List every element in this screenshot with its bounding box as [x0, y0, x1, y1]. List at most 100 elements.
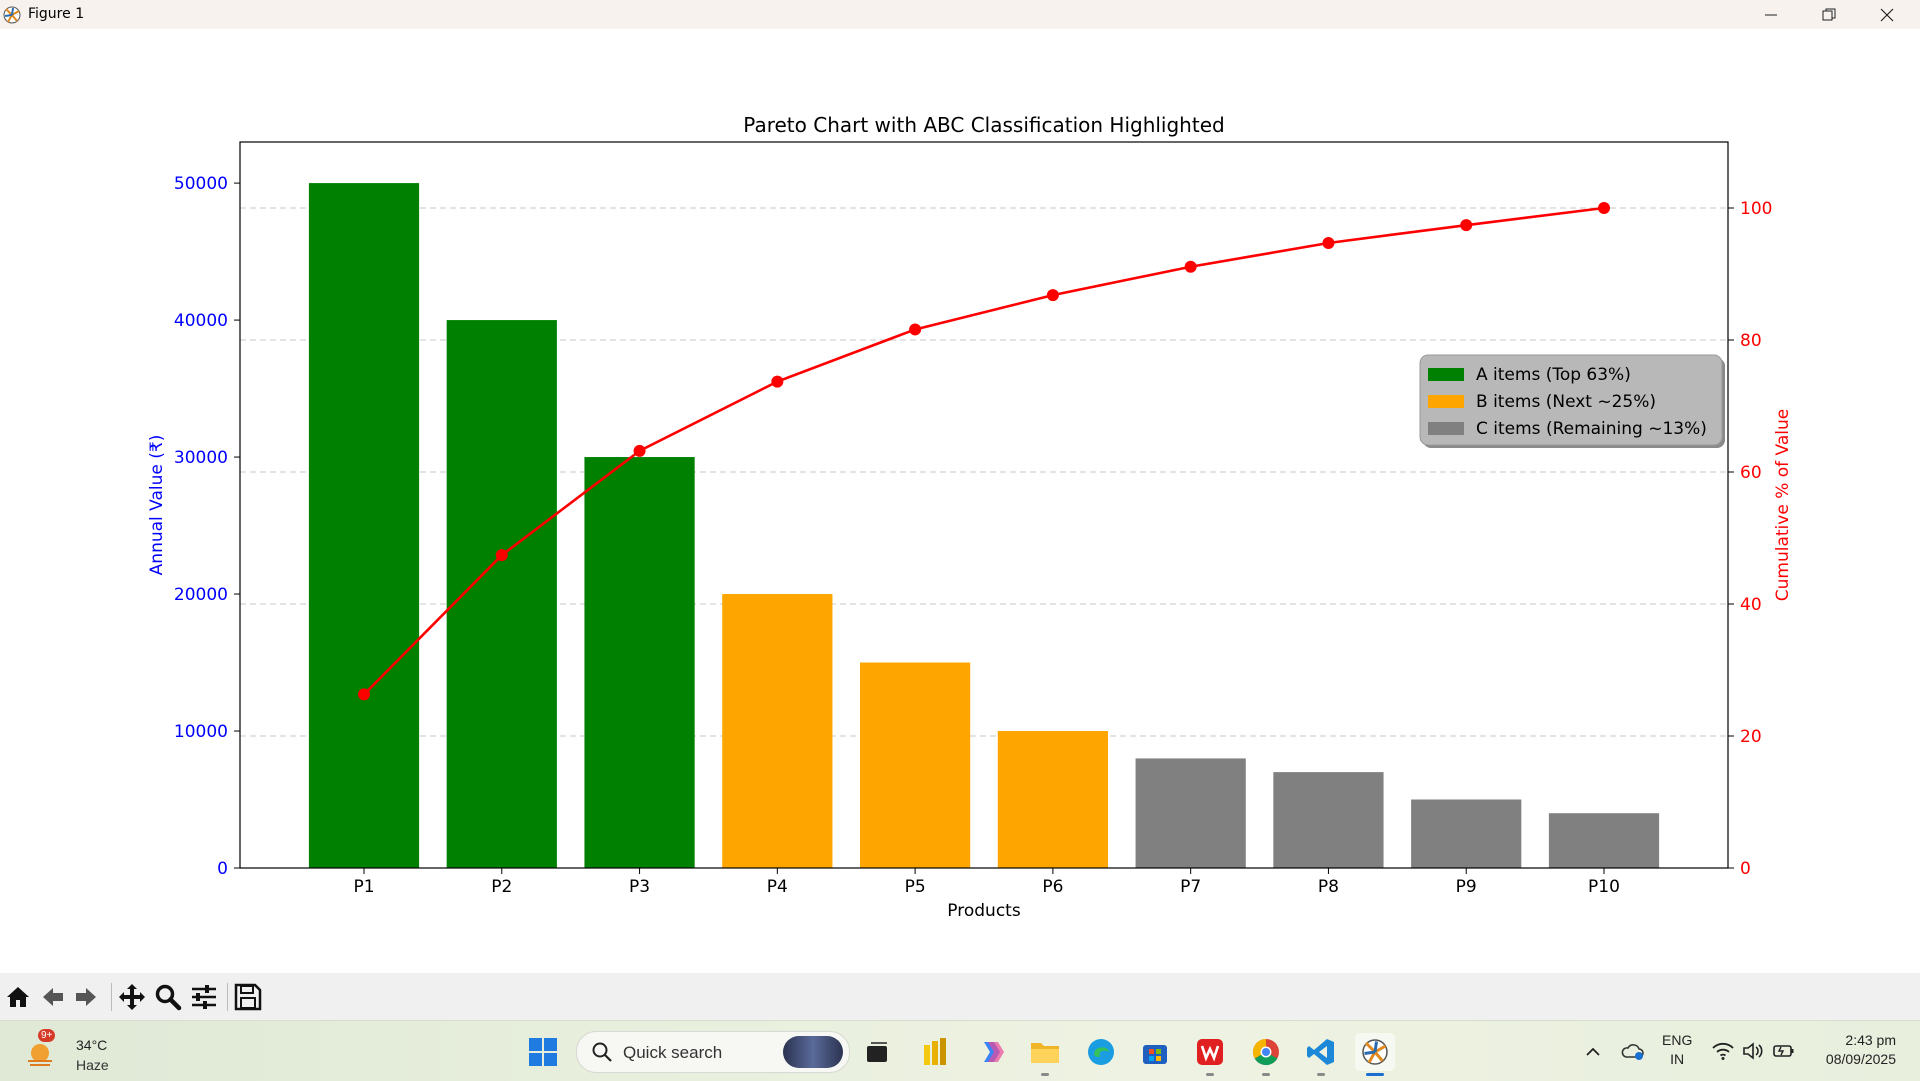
taskbar-edge[interactable]: [1081, 1033, 1121, 1071]
bar-p10: [1548, 813, 1660, 868]
language-indicator[interactable]: ENG IN: [1662, 1031, 1692, 1069]
toolbar-separator: [227, 983, 228, 1011]
figure-canvas[interactable]: P1 P2 P3 P4 P5 P6 P7 P8 P9 P10 0 10000 20000 30000 400…: [0, 29, 1920, 973]
bar-p4: [722, 594, 833, 868]
running-indicator: [1206, 1073, 1214, 1076]
save-button[interactable]: [232, 981, 264, 1013]
taskbar-chrome[interactable]: [1246, 1033, 1286, 1076]
bar-p1: [308, 183, 420, 868]
minimize-button[interactable]: [1742, 0, 1800, 29]
onedrive-status[interactable]: [1614, 1033, 1652, 1071]
cloud-sync-icon: [1621, 1044, 1644, 1060]
clock-time: 2:43 pm: [1845, 1032, 1896, 1048]
back-button[interactable]: [37, 981, 69, 1013]
bar-p8: [1273, 772, 1384, 868]
copilot-icon: [984, 1042, 1004, 1062]
search-placeholder: Quick search: [623, 1043, 723, 1062]
cumulative-point: [1184, 260, 1197, 273]
windows-start-icon: [529, 1038, 557, 1066]
folder-icon: [1031, 1043, 1059, 1063]
system-tray-status[interactable]: [1712, 1039, 1802, 1063]
language-region: IN: [1670, 1051, 1685, 1067]
taskbar-copilot[interactable]: [971, 1033, 1011, 1071]
legend-label: A items (Top 63%): [1476, 365, 1631, 385]
bar-p6: [997, 731, 1108, 868]
clock-date: 08/09/2025: [1825, 1051, 1896, 1067]
show-hidden-icons-button[interactable]: [1574, 1033, 1612, 1071]
taskbar-file-explorer[interactable]: [1025, 1033, 1065, 1076]
pan-button[interactable]: [116, 981, 148, 1013]
running-indicator: [1317, 1073, 1325, 1076]
taskbar-store[interactable]: [1135, 1033, 1175, 1071]
taskbar-search[interactable]: Quick search: [576, 1031, 850, 1073]
forward-icon: [76, 988, 96, 1006]
power-bi-icon: [924, 1038, 946, 1065]
task-view-icon: [867, 1042, 887, 1062]
bar-p7: [1135, 758, 1246, 868]
taskbar-wps-office[interactable]: [1190, 1033, 1230, 1076]
minimize-icon: [1765, 14, 1777, 15]
title-bar: Figure 1: [0, 0, 1920, 29]
x-tick-label: P3: [629, 877, 650, 897]
legend-swatch-a: [1428, 368, 1464, 381]
legend-swatch-b: [1428, 395, 1464, 408]
volume-icon: [1743, 1042, 1763, 1060]
cumulative-point: [909, 323, 922, 336]
x-tick-label: P6: [1042, 877, 1063, 897]
search-highlight-image: [783, 1036, 843, 1068]
forward-button[interactable]: [70, 981, 102, 1013]
cumulative-point: [1322, 236, 1335, 249]
save-icon: [234, 983, 262, 1011]
cumulative-point: [1598, 202, 1610, 214]
y-tick-label: 50000: [174, 174, 228, 194]
y2-tick-label: 0: [1740, 859, 1751, 879]
y-tick-label: 40000: [174, 311, 228, 331]
y2-tick-label: 20: [1740, 727, 1762, 747]
start-button[interactable]: [523, 1033, 563, 1071]
edge-icon: [1088, 1039, 1114, 1065]
close-button[interactable]: [1858, 0, 1916, 29]
taskbar-vscode[interactable]: [1301, 1033, 1341, 1076]
weather-temperature: 34°C: [76, 1037, 108, 1053]
toolbar-separator: [111, 983, 112, 1011]
home-icon: [7, 987, 29, 1007]
x-axis-label: Products: [947, 901, 1021, 921]
taskbar-python-figure[interactable]: [1355, 1033, 1395, 1076]
zoom-icon: [155, 984, 182, 1011]
configure-subplots-button[interactable]: [188, 981, 220, 1013]
legend-swatch-c: [1428, 422, 1464, 435]
bar-p9: [1411, 799, 1522, 868]
cumulative-point: [771, 375, 784, 388]
vscode-icon: [1307, 1039, 1334, 1065]
y2-tick-label: 100: [1740, 199, 1772, 219]
bar-p5: [860, 662, 971, 868]
y2-axis-label: Cumulative % of Value: [1773, 409, 1793, 601]
y2-tick-label: 40: [1740, 595, 1762, 615]
search-icon: [592, 1042, 612, 1062]
x-tick-label: P5: [905, 877, 926, 897]
zoom-button[interactable]: [152, 981, 184, 1013]
chart-title: Pareto Chart with ABC Classification Hig…: [743, 113, 1224, 137]
pareto-chart: P1 P2 P3 P4 P5 P6 P7 P8 P9 P100100002000030000400…: [147, 113, 1793, 921]
taskbar-power-bi[interactable]: [915, 1033, 955, 1071]
active-indicator: [1366, 1073, 1384, 1076]
cumulative-point: [495, 549, 508, 562]
language-code: ENG: [1662, 1032, 1693, 1048]
chrome-icon: [1252, 1038, 1279, 1066]
y-tick-label: 0: [217, 859, 228, 879]
y-axis-label: Annual Value (₹): [147, 435, 167, 576]
store-icon: [1143, 1045, 1167, 1064]
chevron-up-icon: [1586, 1047, 1600, 1056]
pan-icon: [119, 984, 145, 1010]
weather-widget[interactable]: 9+ 34°C Haze: [12, 1027, 122, 1075]
navigation-toolbar: [0, 973, 1920, 1020]
y2-tick-label: 60: [1740, 463, 1762, 483]
y2-tick-label: 80: [1740, 331, 1762, 351]
taskbar-task-view[interactable]: [857, 1033, 897, 1071]
restore-button[interactable]: [1800, 0, 1858, 29]
system-clock[interactable]: 2:43 pm 08/09/2025: [1826, 1031, 1896, 1069]
close-icon: [1880, 8, 1894, 21]
wifi-icon: [1712, 1042, 1734, 1060]
legend-label: C items (Remaining ~13%): [1476, 419, 1707, 439]
home-button[interactable]: [2, 981, 34, 1013]
